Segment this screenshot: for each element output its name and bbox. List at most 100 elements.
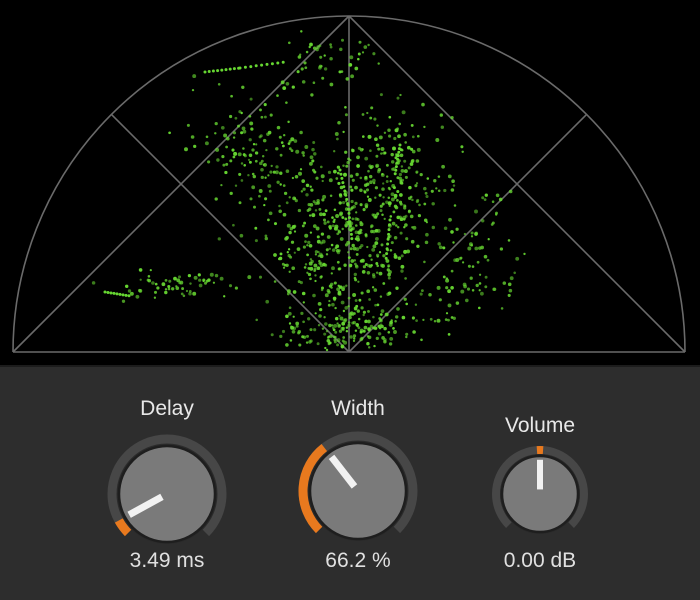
signal-dot [356,155,360,160]
signal-dot [251,185,256,190]
signal-dot [436,318,441,323]
signal-dot [275,147,279,151]
signal-dot [356,217,359,221]
signal-dot [396,176,400,180]
signal-dot [325,248,329,252]
signal-dot [334,132,339,136]
signal-dot [316,239,321,244]
signal-dot [318,212,323,217]
signal-dot [282,86,287,90]
signal-dot [460,145,464,149]
signal-dot [282,144,285,148]
signal-dot [495,193,500,198]
signal-dot [345,77,350,81]
signal-dot [483,198,487,201]
signal-dot [190,135,195,139]
signal-dot [310,259,314,264]
signal-dot [296,247,301,251]
signal-dot [332,220,336,224]
signal-dot [362,313,365,317]
signal-dot [425,232,429,237]
signal-dot [373,344,376,348]
signal-dot [217,237,221,241]
signal-dot [164,279,168,282]
signal-dot [192,291,197,296]
signal-dot [240,179,244,182]
signal-dot [455,301,460,305]
signal-dot [342,319,347,323]
signal-dot [453,204,457,207]
signal-dot [389,180,392,183]
signal-dot [217,82,221,86]
signal-dot [342,309,346,313]
signal-dot [331,224,335,228]
signal-dot [393,253,397,256]
signal-dot [264,234,268,238]
signal-dot [329,57,333,61]
signal-dot [440,125,444,129]
signal-dot [220,68,224,72]
signal-dot [326,235,331,239]
signal-dot [352,204,356,209]
signal-dot [396,96,400,100]
signal-dot [393,136,397,141]
signal-dot [297,55,302,59]
volume-knob[interactable] [490,444,590,544]
signal-dot [361,113,365,116]
signal-dot [400,264,405,269]
signal-dot [192,74,197,79]
signal-dot [450,269,454,273]
signal-dot [422,318,425,322]
signal-dot [189,282,192,285]
signal-dot [328,323,332,328]
signal-dot [464,298,469,303]
signal-dot [286,223,291,228]
signal-dot [325,253,329,256]
signal-dot [309,231,313,234]
signal-dot [299,281,303,285]
signal-dot [470,244,474,247]
signal-dot [297,331,301,335]
signal-dot [286,289,291,294]
signal-dot [470,235,474,238]
signal-dot [515,256,520,261]
signal-dot [295,321,300,326]
signal-dot [302,301,305,304]
delay-knob[interactable] [104,431,230,557]
signal-dot [263,103,267,107]
signal-dot [224,68,228,72]
width-knob[interactable] [295,428,421,554]
signal-dot [463,284,467,289]
signal-dot [325,348,329,352]
signal-dot [109,291,113,295]
signal-dot [396,199,399,202]
stereo-delay-device: Delay 3.49 ms Width 66.2 % Volume 0.00 d… [0,0,700,600]
signal-dot [233,151,238,156]
signal-dot [357,280,360,283]
signal-dot [329,194,333,198]
signal-dot [444,318,448,321]
signal-dot [344,106,347,109]
signal-dot [247,275,252,280]
signal-dot [355,252,359,256]
signal-dot [469,276,473,280]
signal-dot [441,164,445,169]
signal-dot [343,189,347,193]
signal-dot [263,203,266,207]
signal-dot [377,62,380,65]
signal-dot [369,149,372,152]
signal-dot [403,159,407,163]
signal-dot [399,231,403,235]
signal-dot [445,312,449,315]
signal-dot [309,277,312,281]
signal-dot [251,148,255,152]
signal-dot [225,162,229,166]
signal-dot [478,282,482,285]
signal-dot [386,175,389,178]
signal-dot [316,201,320,205]
signal-dot [275,165,279,169]
signal-dot [188,290,192,293]
signal-dot [258,194,261,198]
signal-dot [353,272,357,277]
signal-dot [242,147,245,150]
